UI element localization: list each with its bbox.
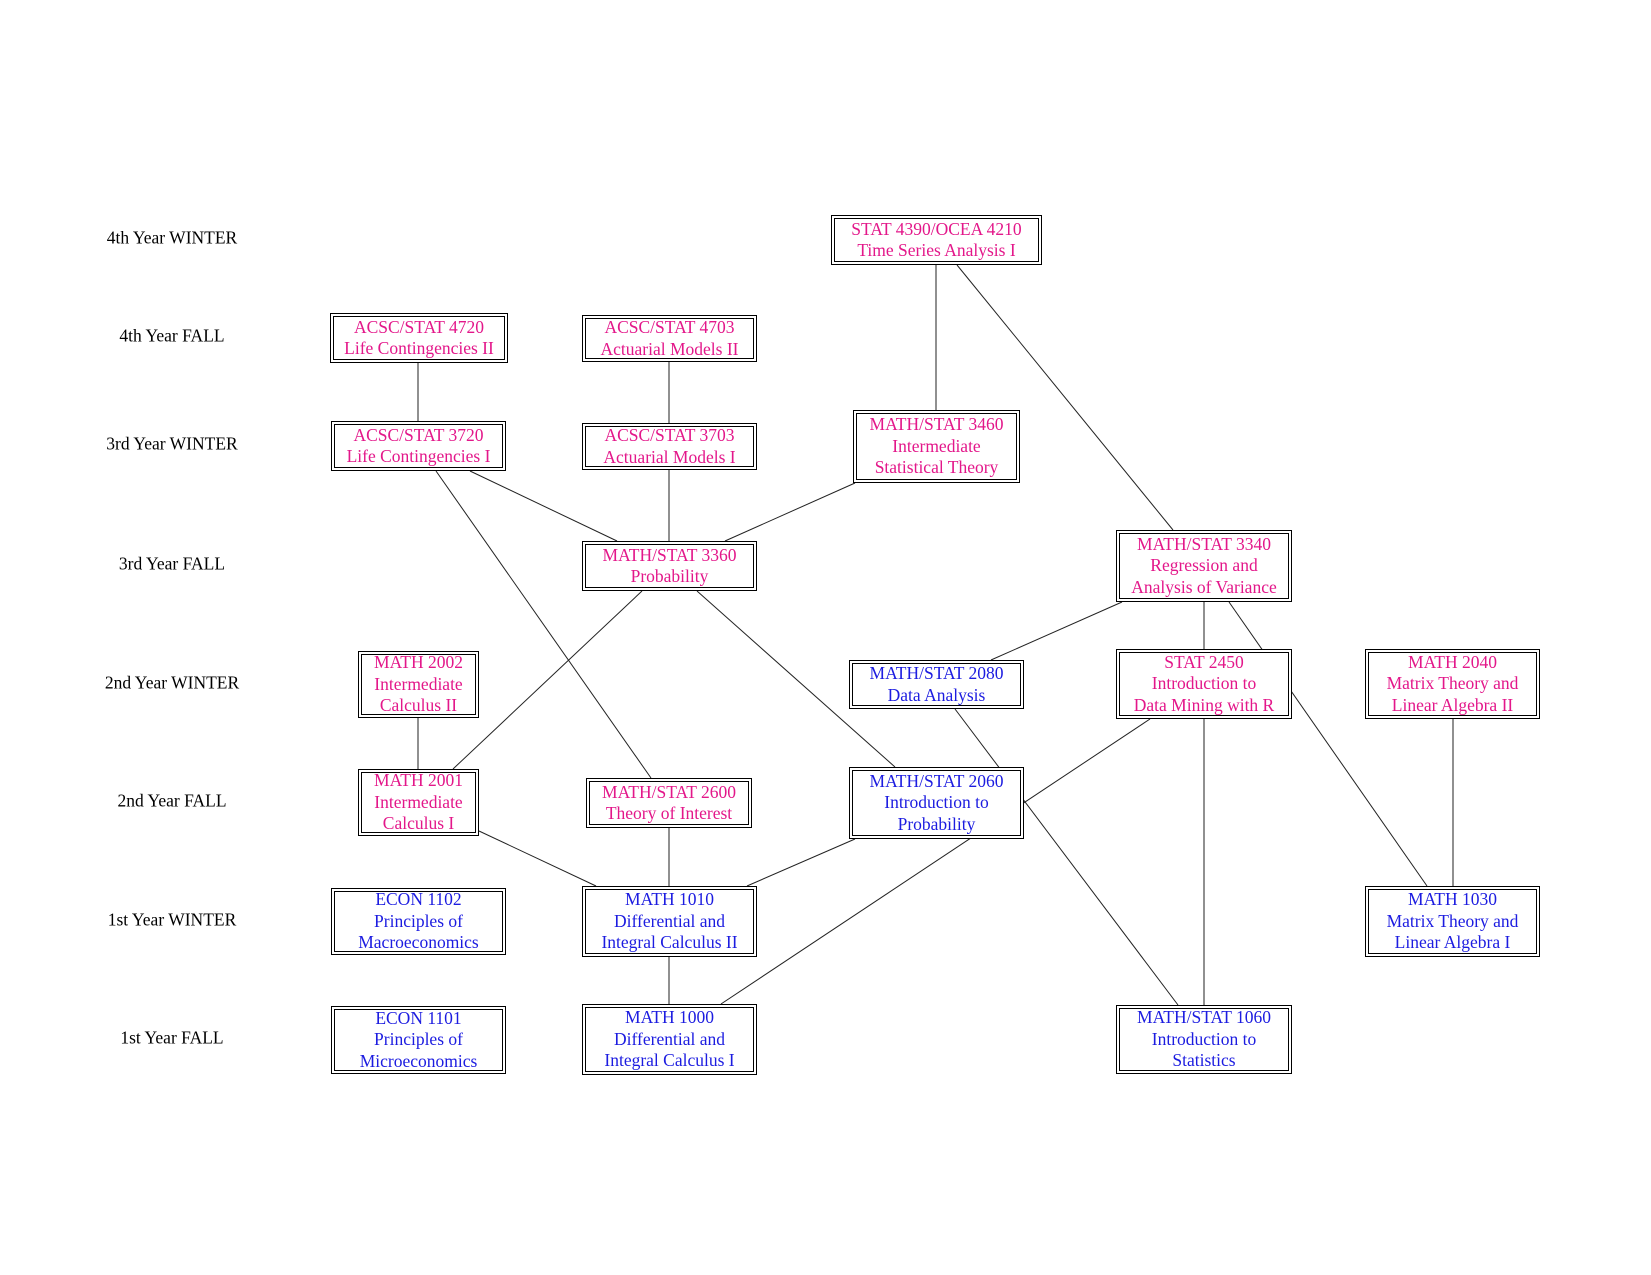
- year-label-y2w: 2nd Year WINTER: [104, 672, 240, 693]
- course-code: STAT 4390/OCEA 4210: [851, 218, 1022, 239]
- year-label-y1w: 1st Year WINTER: [107, 909, 237, 930]
- course-node-econ1101: ECON 1101 Principles of Microeconomics: [331, 1006, 506, 1074]
- course-node-math2002: MATH 2002 Intermediate Calculus II: [358, 651, 479, 718]
- course-node-stat3340: MATH/STAT 3340 Regression and Analysis of …: [1116, 530, 1292, 602]
- course-title-line: Principles of: [374, 910, 463, 931]
- course-node-math1010: MATH 1010 Differential and Integral Calcul…: [582, 886, 757, 957]
- edge-stat3460-stat3360: [724, 482, 856, 542]
- course-node-acsc4720: ACSC/STAT 4720 Life Contingencies II: [330, 313, 508, 363]
- edge-stat3340-math1030: [1228, 601, 1428, 887]
- edge-stat3340-stat2080: [990, 601, 1123, 661]
- course-code: MATH/STAT 2060: [869, 770, 1004, 791]
- prerequisite-edges: [417, 264, 1454, 1006]
- course-title-line: Introduction to: [1151, 1028, 1257, 1049]
- course-node-math1000: MATH 1000 Differential and Integral Calcul…: [582, 1004, 757, 1075]
- year-label-y4f: 4th Year FALL: [119, 325, 225, 346]
- course-code: MATH 2001: [374, 770, 463, 791]
- course-title-line: Regression and: [1150, 555, 1258, 576]
- edge-acsc3720-stat3360: [469, 470, 618, 542]
- edge-stat2450-math1000: [720, 718, 1151, 1005]
- course-code: STAT 2450: [1164, 651, 1244, 672]
- course-title-line: Intermediate: [374, 673, 463, 694]
- course-code: MATH/STAT 3360: [602, 544, 737, 565]
- edge-stat4390-stat3340: [956, 264, 1174, 531]
- course-code: ACSC/STAT 4703: [604, 317, 735, 337]
- course-title-line: Probability: [630, 566, 709, 586]
- course-code: MATH/STAT 2080: [869, 663, 1004, 683]
- course-code: MATH/STAT 3460: [869, 414, 1004, 435]
- edge-acsc3720-stat2600: [435, 470, 652, 779]
- course-title-line: Life Contingencies I: [346, 446, 491, 466]
- course-code: MATH 2002: [374, 652, 463, 673]
- course-node-econ1102: ECON 1102 Principles of Macroeconomics: [331, 888, 506, 955]
- course-node-stat3360: MATH/STAT 3360 Probability: [582, 541, 757, 591]
- course-title-line: Linear Algebra II: [1391, 694, 1514, 715]
- course-title-line: Linear Algebra I: [1394, 932, 1511, 953]
- course-title-line: Statistical Theory: [874, 457, 999, 478]
- course-title-line: Data Mining with R: [1133, 694, 1275, 715]
- course-title-line: Matrix Theory and: [1386, 910, 1519, 931]
- course-code: ACSC/STAT 4720: [353, 316, 485, 337]
- year-label-y4w: 4th Year WINTER: [106, 227, 238, 248]
- course-title-line: Time Series Analysis I: [857, 240, 1016, 260]
- course-node-stat2600: MATH/STAT 2600 Theory of Interest: [586, 778, 752, 828]
- course-title-line: Differential and: [614, 1028, 725, 1049]
- course-title-line: Intermediate: [374, 791, 463, 812]
- course-title-line: Probability: [897, 813, 976, 834]
- course-code: MATH 1000: [625, 1007, 714, 1028]
- year-label-y2f: 2nd Year FALL: [117, 790, 227, 811]
- course-code: MATH 1010: [625, 889, 714, 910]
- course-code: MATH/STAT 1060: [1137, 1007, 1271, 1028]
- course-title-line: Integral Calculus II: [601, 932, 738, 953]
- course-node-math1030: MATH 1030 Matrix Theory and Linear Algebra…: [1365, 886, 1540, 957]
- course-node-acsc4703: ACSC/STAT 4703 Actuarial Models II: [582, 315, 757, 362]
- course-title-line: Microeconomics: [359, 1050, 478, 1071]
- course-code: MATH 2040: [1408, 651, 1497, 672]
- edge-stat2080-stat1060: [954, 708, 1179, 1006]
- course-node-math2001: MATH 2001 Intermediate Calculus I: [358, 769, 479, 836]
- course-code: MATH/STAT 2600: [602, 781, 736, 802]
- course-title-line: Intermediate: [892, 435, 981, 456]
- year-label-y3f: 3rd Year FALL: [118, 553, 226, 574]
- course-title-line: Calculus I: [382, 813, 455, 834]
- course-code: MATH 1030: [1408, 889, 1497, 910]
- course-node-stat3460: MATH/STAT 3460 Intermediate Statistical Th…: [853, 410, 1020, 483]
- course-title-line: Statistics: [1172, 1050, 1236, 1071]
- course-title-line: Analysis of Variance: [1131, 576, 1277, 597]
- course-code: ECON 1101: [375, 1007, 462, 1028]
- course-code: ACSC/STAT 3720: [353, 424, 484, 445]
- course-code: MATH/STAT 3340: [1137, 533, 1271, 554]
- course-title-line: Theory of Interest: [605, 803, 733, 823]
- course-code: ACSC/STAT 3703: [604, 425, 735, 445]
- course-title-line: Introduction to: [1151, 673, 1257, 694]
- edge-stat3360-math2001: [452, 590, 643, 770]
- course-title-line: Actuarial Models II: [600, 338, 739, 359]
- course-title-line: Integral Calculus I: [604, 1050, 735, 1071]
- course-node-stat4390: STAT 4390/OCEA 4210 Time Series Analysis …: [831, 215, 1042, 265]
- course-node-acsc3720: ACSC/STAT 3720 Life Contingencies I: [331, 421, 506, 471]
- course-title-line: Calculus II: [379, 695, 458, 716]
- course-node-math2040: MATH 2040 Matrix Theory and Linear Algebra…: [1365, 649, 1540, 719]
- course-node-acsc3703: ACSC/STAT 3703 Actuarial Models I: [582, 423, 757, 470]
- course-title-line: Actuarial Models I: [603, 446, 736, 467]
- course-node-stat2060: MATH/STAT 2060 Introduction to Probability: [849, 767, 1024, 839]
- course-title-line: Data Analysis: [887, 684, 986, 705]
- year-label-y1f: 1st Year FALL: [120, 1027, 224, 1048]
- course-node-stat2450: STAT 2450 Introduction to Data Mining with…: [1116, 649, 1292, 719]
- course-title-line: Macroeconomics: [358, 932, 479, 953]
- edge-math2001-math1010: [478, 830, 597, 887]
- course-node-stat2080: MATH/STAT 2080 Data Analysis: [849, 660, 1024, 709]
- course-title-line: Introduction to: [884, 792, 989, 813]
- edge-stat2060-math1010: [746, 838, 856, 887]
- course-code: ECON 1102: [375, 889, 462, 910]
- course-title-line: Life Contingencies II: [344, 338, 494, 358]
- course-title-line: Principles of: [374, 1029, 463, 1050]
- course-node-stat1060: MATH/STAT 1060 Introduction to Statistics: [1116, 1005, 1292, 1074]
- year-label-y3w: 3rd Year WINTER: [106, 433, 238, 454]
- course-title-line: Matrix Theory and: [1386, 673, 1519, 694]
- course-title-line: Differential and: [614, 910, 725, 931]
